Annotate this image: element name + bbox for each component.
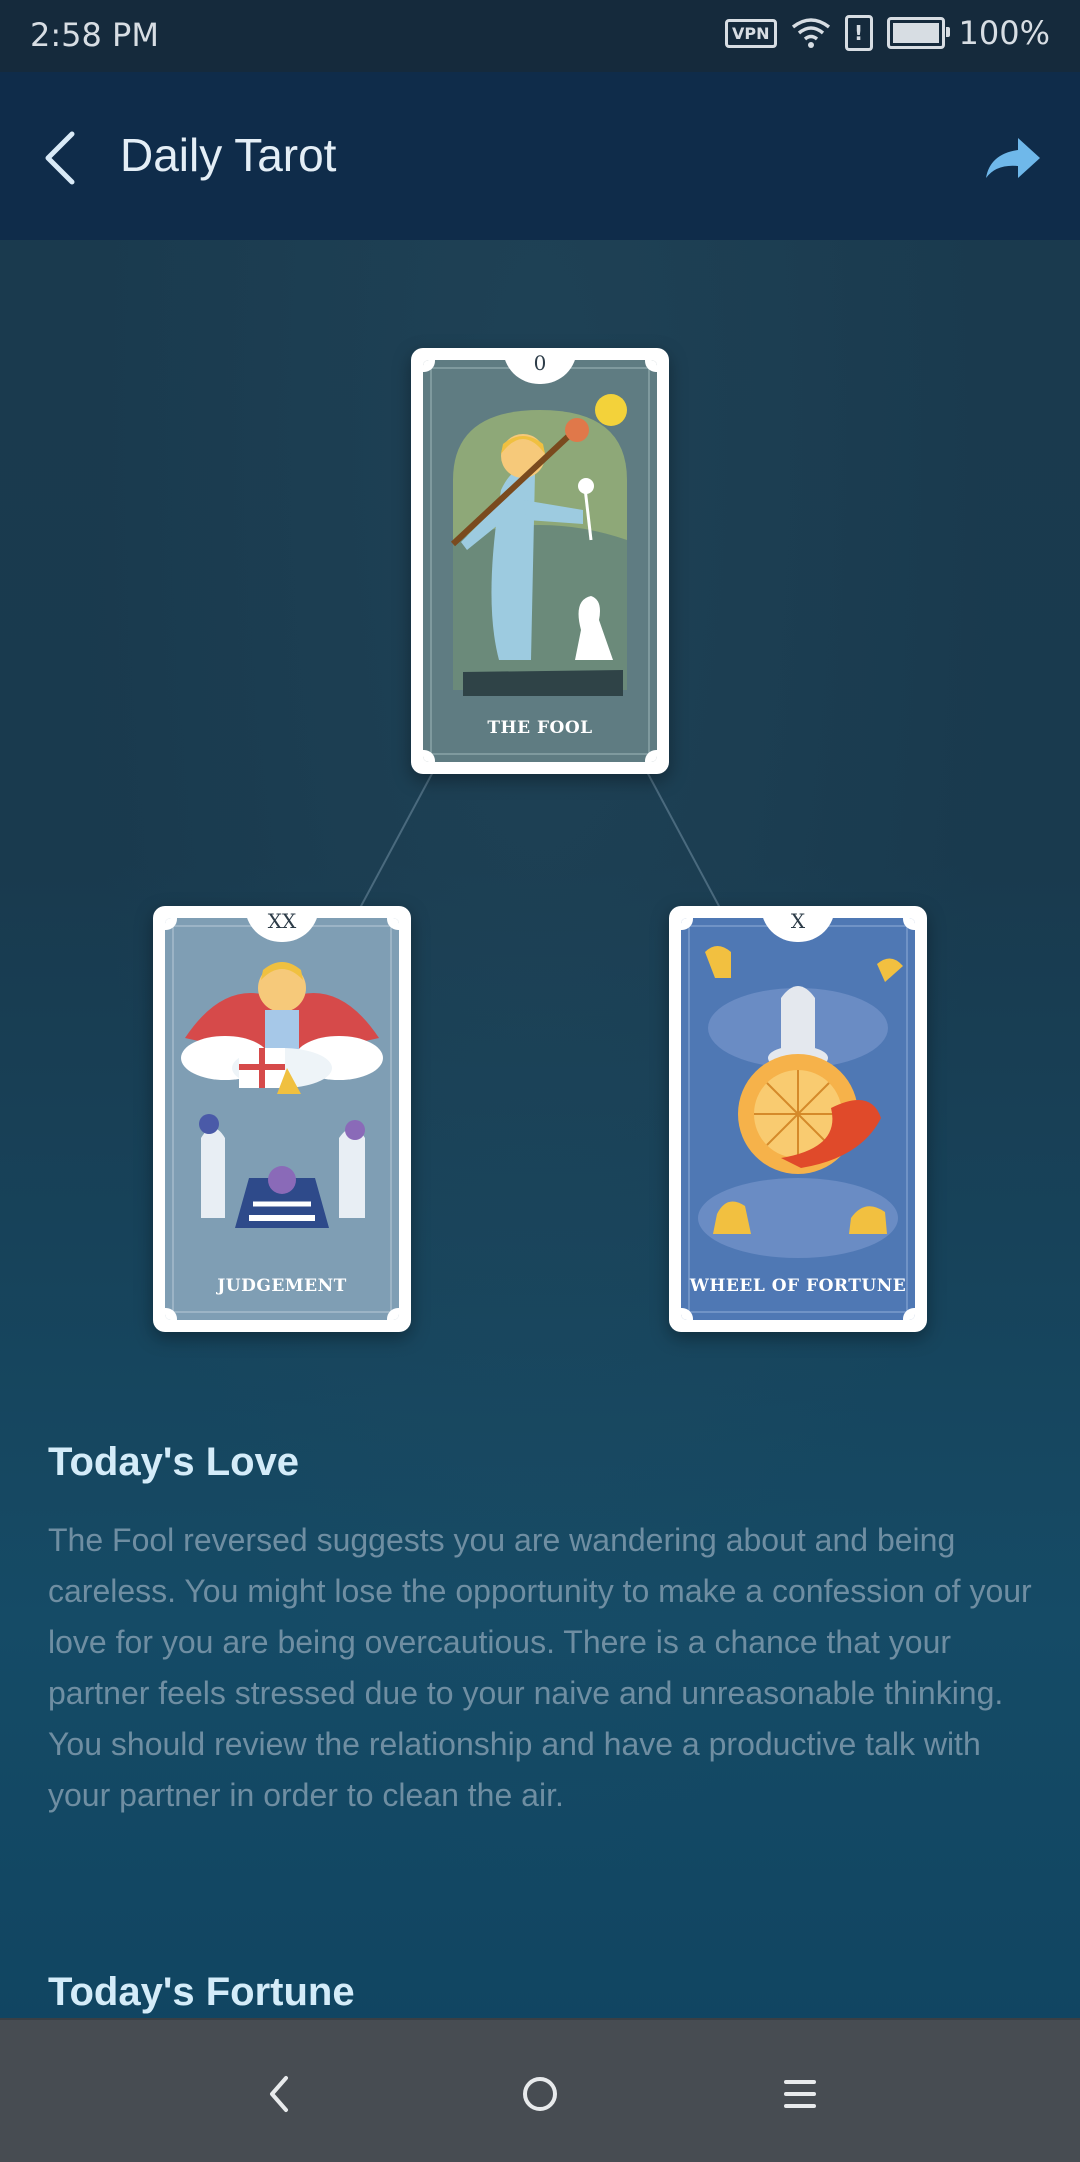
card-face (423, 360, 657, 762)
status-bar: 2:58 PM VPN ! 100% (0, 0, 1080, 72)
card-name: THE FOOL (487, 718, 593, 738)
wheel-illustration-icon (688, 925, 908, 1313)
tarot-spread: 0 THE FOOL XX JUDGEMENT X WHEEL OF FORTU… (0, 240, 1080, 1400)
alert-icon: ! (844, 15, 873, 51)
card-face (681, 918, 915, 1320)
card-name: JUDGEMENT (217, 1276, 347, 1296)
judgement-illustration-icon (172, 925, 392, 1313)
card-wheel-of-fortune[interactable]: X WHEEL OF FORTUNE (669, 906, 927, 1332)
page-title: Daily Tarot (120, 129, 337, 181)
card-judgement[interactable]: XX JUDGEMENT (153, 906, 411, 1332)
status-time: 2:58 PM (30, 16, 159, 54)
battery-percent: 100% (958, 14, 1050, 52)
wifi-icon (791, 18, 830, 48)
app-bar: Daily Tarot (0, 72, 1080, 240)
card-name: WHEEL OF FORTUNE (689, 1276, 907, 1296)
battery-fill (892, 23, 939, 43)
reading-content: Today's Love The Fool reversed suggests … (48, 1440, 1038, 2014)
card-the-fool[interactable]: 0 THE FOOL (411, 348, 669, 774)
battery-icon (886, 17, 950, 49)
nav-back-icon[interactable] (250, 2064, 310, 2124)
system-nav-bar (0, 2018, 1080, 2162)
section-title-fortune: Today's Fortune (48, 1970, 355, 2014)
section-body-love: The Fool reversed suggests you are wande… (48, 1522, 1032, 1813)
section-title-love: Today's Love (48, 1440, 300, 1484)
nav-menu-icon[interactable] (770, 2064, 830, 2124)
vpn-icon: VPN (725, 18, 777, 48)
card-face (165, 918, 399, 1320)
fool-illustration-icon (430, 367, 650, 755)
status-icons: VPN ! 100% (725, 14, 1050, 52)
nav-home-icon[interactable] (510, 2064, 570, 2124)
share-icon[interactable] (982, 130, 1042, 186)
back-arrow-icon[interactable] (38, 128, 88, 188)
